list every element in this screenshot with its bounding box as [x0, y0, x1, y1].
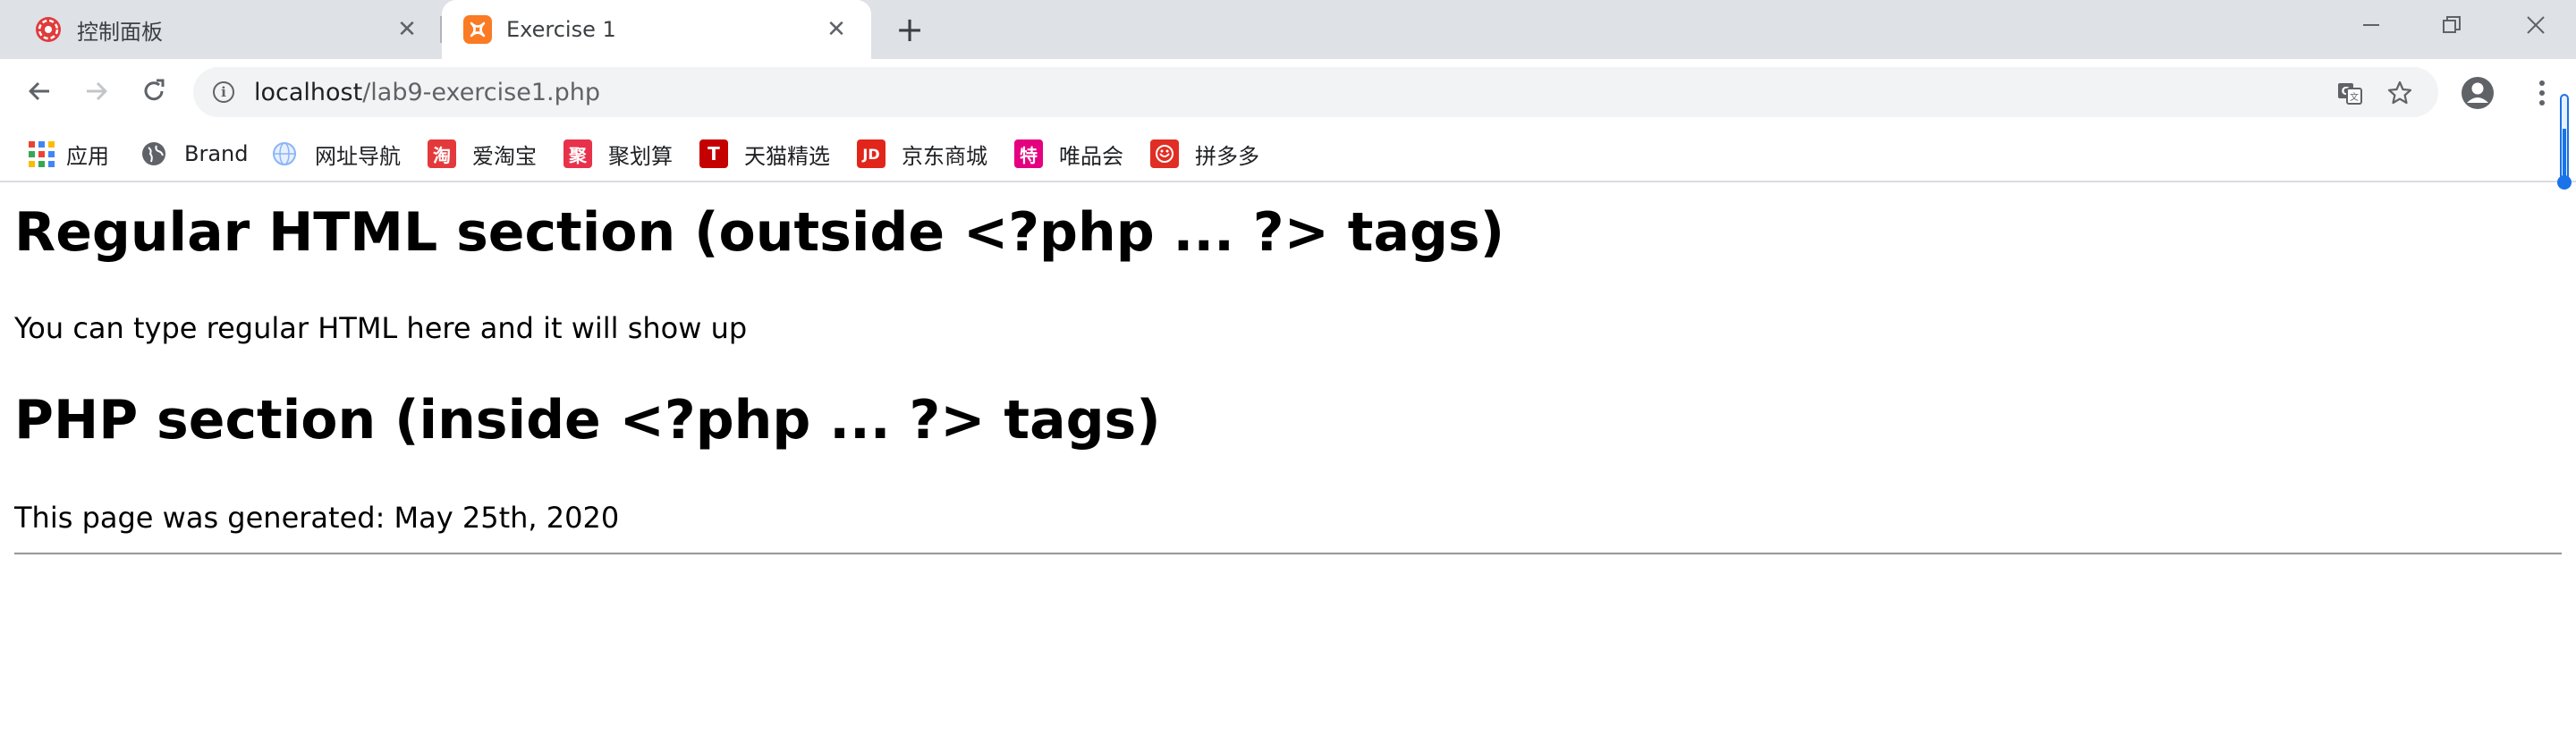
new-tab-button[interactable]: + [891, 10, 928, 49]
tmall-icon: T [699, 139, 728, 168]
bookmark-vip[interactable]: 特 唯品会 [1014, 138, 1123, 170]
horizontal-rule [14, 553, 2562, 555]
tab-control-panel[interactable]: 控制面板 ✕ [0, 0, 442, 59]
xampp-favicon-icon [463, 15, 492, 44]
heading-php-section: PHP section (inside <?php ... ?> tags) [14, 389, 1161, 452]
bookmark-label: 应用 [66, 143, 109, 169]
tab-title: 控制面板 [77, 19, 163, 45]
globe-light-icon [270, 139, 299, 168]
bookmark-aitaobao[interactable]: 淘 爱淘宝 [428, 138, 537, 170]
bookmark-juhuasuan[interactable]: 聚 聚划算 [564, 138, 673, 170]
bookmark-label: 京东商城 [902, 143, 987, 169]
paragraph-regular-html: You can type regular HTML here and it wi… [14, 311, 748, 345]
thermometer-gauge-icon[interactable] [2555, 93, 2573, 193]
heading-regular-html-section: Regular HTML section (outside <?php ... … [14, 201, 1505, 264]
tab-strip: 控制面板 ✕ Exercise 1 ✕ + [0, 0, 2576, 59]
translate-icon[interactable]: G 文 [2336, 80, 2363, 106]
restore-icon[interactable] [2411, 0, 2492, 50]
bookmark-label: Brand [184, 141, 249, 166]
svg-text:文: 文 [2350, 91, 2359, 103]
bookmark-tmall[interactable]: T 天猫精选 [699, 138, 830, 170]
site-info-icon[interactable]: i [213, 81, 234, 103]
bookmark-label: 爱淘宝 [472, 143, 537, 169]
address-bar[interactable]: i localhost/lab9-exercise1.php G 文 [193, 67, 2438, 117]
paragraph-generated-date: This page was generated: May 25th, 2020 [14, 501, 620, 535]
bookmark-brand[interactable]: Brand [140, 138, 248, 170]
bookmark-label: 聚划算 [608, 143, 673, 169]
taobao-icon: 淘 [428, 139, 456, 168]
bookmark-label: 天猫精选 [744, 143, 830, 169]
url-text[interactable]: localhost/lab9-exercise1.php [254, 79, 600, 106]
control-panel-favicon-icon [34, 15, 63, 44]
bookmark-label: 网址导航 [315, 143, 401, 169]
bookmark-site-nav[interactable]: 网址导航 [270, 138, 401, 170]
pinduoduo-icon [1150, 139, 1179, 168]
window-close-icon[interactable] [2496, 0, 2576, 50]
apps-grid-icon [27, 139, 55, 168]
bookmark-label: 拼多多 [1195, 143, 1259, 169]
vip-icon: 特 [1014, 139, 1043, 168]
tab-close-icon[interactable]: ✕ [821, 14, 852, 45]
tab-title: Exercise 1 [506, 17, 616, 42]
bookmark-label: 唯品会 [1059, 143, 1123, 169]
bookmark-apps[interactable]: 应用 [27, 138, 109, 170]
profile-avatar-icon[interactable] [2461, 76, 2495, 110]
tab-exercise-1[interactable]: Exercise 1 ✕ [442, 0, 871, 59]
forward-arrow-icon[interactable] [79, 73, 114, 109]
bookmarks-bar: 应用 Brand 网址导航 淘 爱淘宝 聚 聚划算 T 天猫精选 JD 京东商城… [0, 125, 2576, 182]
back-arrow-icon[interactable] [21, 73, 57, 109]
bookmark-star-icon[interactable] [2386, 80, 2413, 106]
juhuasuan-icon: 聚 [564, 139, 592, 168]
jd-icon: JD [857, 139, 886, 168]
bookmark-pinduoduo[interactable]: 拼多多 [1150, 138, 1259, 170]
minimize-icon[interactable] [2331, 0, 2411, 50]
browser-toolbar: i localhost/lab9-exercise1.php G 文 [0, 59, 2576, 125]
tab-close-icon[interactable]: ✕ [392, 14, 422, 45]
globe-dark-icon [140, 139, 168, 168]
bookmark-jd[interactable]: JD 京东商城 [857, 138, 987, 170]
menu-kebab-icon[interactable] [2524, 75, 2560, 111]
reload-icon[interactable] [136, 73, 172, 109]
